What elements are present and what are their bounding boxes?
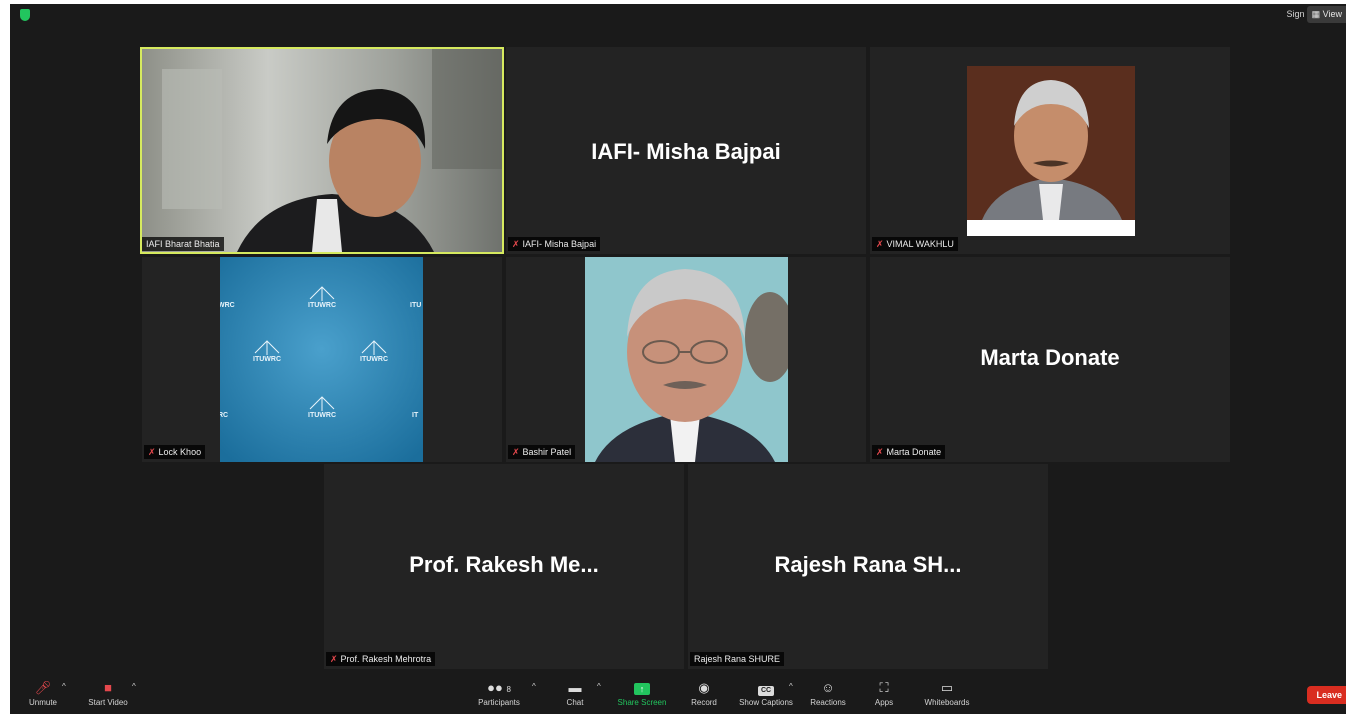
svg-text:ITUWRC: ITUWRC: [308, 412, 336, 419]
top-bar: Sign in ▦ View: [10, 4, 1346, 26]
participant-display-name: Prof. Rakesh Me...: [409, 552, 599, 577]
participant-display-name: IAFI- Misha Bajpai: [591, 139, 781, 164]
participant-name: IAFI Bharat Bhatia: [146, 239, 220, 249]
participant-display-name: Marta Donate: [980, 345, 1120, 370]
participant-name-label: ✗ Lock Khoo: [144, 445, 206, 459]
show-captions-label: Show Captions: [739, 698, 793, 707]
video-tile-rakesh-mehrotra[interactable]: Prof. Rakesh Me... ✗ Prof. Rakesh Mehrotr…: [324, 464, 684, 669]
whiteboards-button[interactable]: ▭ Whiteboards: [920, 680, 974, 707]
participant-name-label: ✗ Prof. Rakesh Mehrotra: [326, 652, 436, 666]
participant-name: VIMAL WAKHLU: [886, 239, 954, 249]
participant-video: [967, 66, 1135, 236]
apps-label: Apps: [874, 698, 894, 707]
reactions-icon: ☺: [821, 680, 835, 695]
share-screen-label: Share Screen: [617, 698, 667, 707]
whiteboard-icon: ▭: [940, 680, 954, 695]
participant-name-label: ✗ Marta Donate: [872, 445, 946, 459]
caret-up-icon[interactable]: ^: [597, 682, 601, 691]
participant-video: ITUWRC ITUWRC ITUWRC ITUWRC WRC ITU RC I…: [220, 257, 423, 462]
chat-icon: ▬: [568, 680, 582, 695]
svg-text:ITUWRC: ITUWRC: [308, 302, 336, 309]
participant-video: [585, 257, 788, 462]
leave-button[interactable]: Leave: [1307, 686, 1346, 704]
participants-label: Participants: [478, 698, 520, 707]
start-video-label: Start Video: [88, 698, 128, 707]
video-tile-lock-khoo[interactable]: ITUWRC ITUWRC ITUWRC ITUWRC WRC ITU RC I…: [142, 257, 502, 462]
record-button[interactable]: ◉ Record: [686, 680, 722, 707]
chat-label: Chat: [566, 698, 584, 707]
video-off-icon: ■: [104, 680, 112, 695]
video-tile-bashir-patel[interactable]: ✗ Bashir Patel: [506, 257, 866, 462]
participant-name-label: ✗ IAFI- Misha Bajpai: [508, 237, 601, 251]
mic-muted-icon: ✗: [148, 447, 156, 457]
mic-muted-icon: 🎤︎: [34, 680, 52, 695]
participant-name: IAFI- Misha Bajpai: [522, 239, 597, 249]
participant-name-label: IAFI Bharat Bhatia: [142, 237, 224, 251]
reactions-label: Reactions: [810, 698, 846, 707]
mic-muted-icon: ✗: [330, 654, 338, 664]
caret-up-icon[interactable]: ^: [789, 682, 793, 691]
apps-icon: ⛶: [879, 680, 889, 695]
caret-up-icon[interactable]: ^: [132, 682, 136, 691]
chat-button[interactable]: ▬ Chat: [560, 680, 590, 707]
share-screen-icon: ↑: [614, 680, 670, 696]
svg-text:IT: IT: [412, 412, 419, 419]
record-label: Record: [691, 698, 717, 707]
mic-muted-icon: ✗: [876, 447, 884, 457]
participant-name-label: ✗ VIMAL WAKHLU: [872, 237, 958, 251]
participant-display-name: Rajesh Rana SH...: [774, 552, 962, 577]
svg-text:RC: RC: [220, 412, 228, 419]
captions-badge: CC: [757, 686, 775, 696]
meeting-toolbar: 🎤︎ Unmute ^ ■ Start Video ^ ●● 8 Partici…: [10, 676, 1346, 714]
share-screen-button[interactable]: ↑ Share Screen: [614, 680, 670, 707]
participant-name: Marta Donate: [886, 447, 942, 457]
participant-name-label: Rajesh Rana SHURE: [690, 652, 785, 666]
participants-icon: ●● 8: [487, 680, 511, 695]
participant-name: Bashir Patel: [522, 447, 572, 457]
mic-muted-icon: ✗: [512, 239, 520, 249]
participant-video: [142, 49, 502, 252]
mic-muted-icon: ✗: [876, 239, 884, 249]
participants-button[interactable]: ●● 8 Participants: [474, 680, 524, 707]
mic-muted-icon: ✗: [512, 447, 520, 457]
zoom-meeting-window: Sign in ▦ View IAFI Bharat Bhatia IAFI- …: [10, 4, 1346, 714]
svg-text:ITU: ITU: [410, 302, 421, 309]
grid-view-icon: ▦: [1311, 9, 1321, 19]
caret-up-icon[interactable]: ^: [532, 682, 536, 691]
svg-text:ITUWRC: ITUWRC: [253, 356, 281, 363]
caret-up-icon[interactable]: ^: [62, 682, 66, 691]
participant-name: Lock Khoo: [158, 447, 202, 457]
video-tile-misha-bajpai[interactable]: IAFI- Misha Bajpai ✗ IAFI- Misha Bajpai: [506, 47, 866, 254]
svg-text:ITUWRC: ITUWRC: [360, 356, 388, 363]
unmute-button[interactable]: 🎤︎ Unmute: [24, 680, 62, 707]
whiteboards-label: Whiteboards: [924, 698, 970, 707]
record-icon: ◉: [698, 680, 710, 695]
participant-name: Rajesh Rana SHURE: [694, 654, 781, 664]
view-button-label: View: [1322, 9, 1342, 19]
svg-text:WRC: WRC: [220, 302, 235, 309]
show-captions-button[interactable]: CC Show Captions: [736, 680, 796, 707]
participant-name-label: ✗ Bashir Patel: [508, 445, 576, 459]
apps-button[interactable]: ⛶ Apps: [870, 680, 898, 707]
view-button[interactable]: ▦ View: [1306, 6, 1346, 23]
video-tile-rajesh-rana[interactable]: Rajesh Rana SH... Rajesh Rana SHURE: [688, 464, 1048, 669]
shield-icon[interactable]: [20, 9, 30, 21]
video-tile-marta-donate[interactable]: Marta Donate ✗ Marta Donate: [870, 257, 1230, 462]
video-tile-vimal-wakhlu[interactable]: ✗ VIMAL WAKHLU: [870, 47, 1230, 254]
video-tile-bharat-bhatia[interactable]: IAFI Bharat Bhatia: [140, 47, 504, 254]
participant-name: Prof. Rakesh Mehrotra: [340, 654, 432, 664]
start-video-button[interactable]: ■ Start Video: [84, 680, 132, 707]
captions-icon: CC: [736, 680, 796, 696]
participants-count: 8: [506, 685, 511, 694]
reactions-button[interactable]: ☺ Reactions: [808, 680, 848, 707]
unmute-label: Unmute: [28, 698, 57, 707]
